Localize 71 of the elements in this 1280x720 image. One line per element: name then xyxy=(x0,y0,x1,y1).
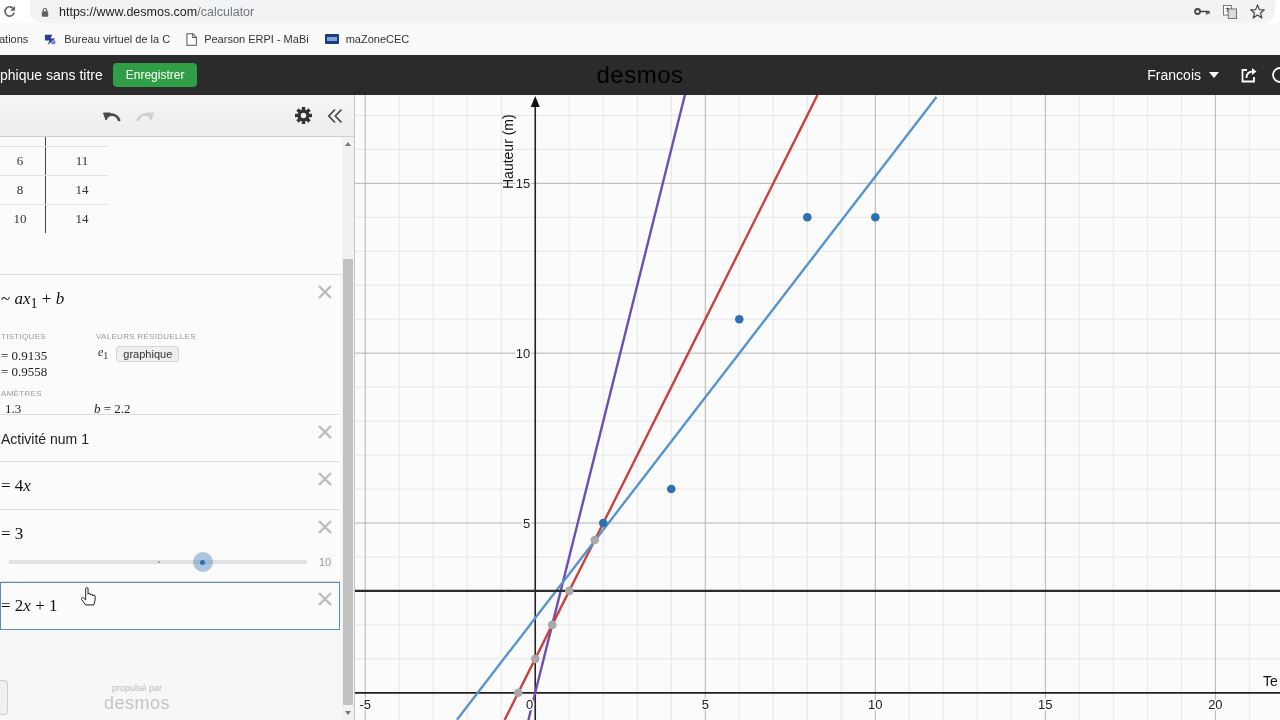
section-label: TISTIQUES xyxy=(1,332,46,343)
data-point[interactable] xyxy=(803,213,812,222)
slider-max-label: 10 xyxy=(319,556,332,568)
bookmark-link[interactable]: Pearson ERPI - MaBi xyxy=(186,32,309,46)
plot-line[interactable] xyxy=(355,589,1280,593)
tick-label: 20 xyxy=(1208,696,1223,712)
tick-label: 15 xyxy=(1038,696,1053,712)
reload-icon[interactable] xyxy=(3,5,16,18)
data-point[interactable] xyxy=(871,213,880,222)
data-point[interactable] xyxy=(513,688,523,698)
table-cell: 6 xyxy=(0,147,46,175)
lock-icon xyxy=(41,6,49,17)
tick-label: -5 xyxy=(359,696,371,712)
bookmark-favicon-icon xyxy=(44,32,58,46)
undo-icon[interactable] xyxy=(103,109,121,122)
bookmark-favicon-icon xyxy=(324,34,339,44)
slider-thumb[interactable] xyxy=(192,552,213,572)
section-label: VALEURS RÉSIDUELLES xyxy=(96,332,196,343)
page-icon xyxy=(186,32,198,46)
tick-label: 5 xyxy=(523,516,531,531)
star-icon[interactable] xyxy=(1250,4,1265,19)
data-point[interactable] xyxy=(735,314,744,324)
data-point[interactable] xyxy=(564,586,574,596)
expression-row[interactable]: Activité num 1 xyxy=(0,415,340,462)
table-cell: 10 xyxy=(0,205,46,233)
translate-icon[interactable] xyxy=(1223,4,1237,19)
plot-button[interactable]: graphique xyxy=(116,345,180,362)
stat-value: = 0.9135 xyxy=(1,348,48,365)
expression-row[interactable]: = 3 10 xyxy=(0,510,340,582)
data-point[interactable] xyxy=(666,484,676,494)
axis-title: Hauteur (m) xyxy=(500,114,517,189)
share-icon[interactable] xyxy=(1241,67,1257,83)
graph-title[interactable]: phique sans titre xyxy=(0,67,103,83)
data-point[interactable] xyxy=(547,620,557,630)
data-point[interactable] xyxy=(598,518,608,528)
scrollbar-thumb[interactable] xyxy=(343,259,353,705)
bookmark-link[interactable]: maZoneCEC xyxy=(324,33,410,45)
parameter-value: 1.3 xyxy=(4,401,23,418)
bookmark-link[interactable]: ations xyxy=(0,33,29,45)
expression-row[interactable]: = 2x + 1 xyxy=(0,582,340,630)
scrollbar[interactable] xyxy=(342,137,354,720)
address-bar[interactable]: https://www.desmos.com/calculator xyxy=(30,0,1275,23)
section-label: AMÈTRES xyxy=(1,389,42,400)
settings-icon[interactable] xyxy=(295,107,312,124)
user-menu[interactable]: Francois xyxy=(1147,67,1219,83)
parameter-value: b = 2.2 xyxy=(94,401,131,418)
math-input[interactable]: = 3 xyxy=(1,523,24,545)
table-cell-text: 11 xyxy=(74,153,90,169)
axis-title: Te xyxy=(1263,672,1278,689)
hand-cursor-icon xyxy=(81,587,96,606)
tick-label: 5 xyxy=(701,696,709,712)
tick-label: 15 xyxy=(515,176,531,192)
data-point[interactable] xyxy=(590,535,600,545)
bookmark-link[interactable]: Bureau virtuel de la C xyxy=(44,32,171,46)
table-cell-text: 14 xyxy=(74,182,90,198)
expression-row[interactable]: ~ ax$_{1}$ + b TISTIQUES = 0.9135 = 0.9558 VALEURS RÉSIDUELLES e$_{1}$ graphique AMÈTRES 1.3 b = 2.2 xyxy=(0,275,340,415)
stat-value: = 0.9558 xyxy=(1,364,48,381)
math-input[interactable]: ~ ax$_{1}$ + b xyxy=(1,288,65,315)
tick-label: 10 xyxy=(515,346,531,362)
data-point[interactable] xyxy=(530,654,540,664)
note-text[interactable]: Activité num 1 xyxy=(1,428,89,450)
math-input[interactable]: = 2x + 1 xyxy=(1,595,58,617)
table-cell-text: 14 xyxy=(74,211,90,227)
tick-label: 10 xyxy=(868,696,883,712)
table-cell: 8 xyxy=(0,176,46,204)
collapse-icon[interactable] xyxy=(327,107,343,124)
key-icon[interactable] xyxy=(1194,7,1210,16)
expression-row[interactable]: = 4x xyxy=(0,462,340,510)
residual-variable: e$_{1}$ xyxy=(98,345,109,362)
caret-icon xyxy=(1209,72,1219,78)
math-input[interactable]: = 4x xyxy=(1,475,31,497)
